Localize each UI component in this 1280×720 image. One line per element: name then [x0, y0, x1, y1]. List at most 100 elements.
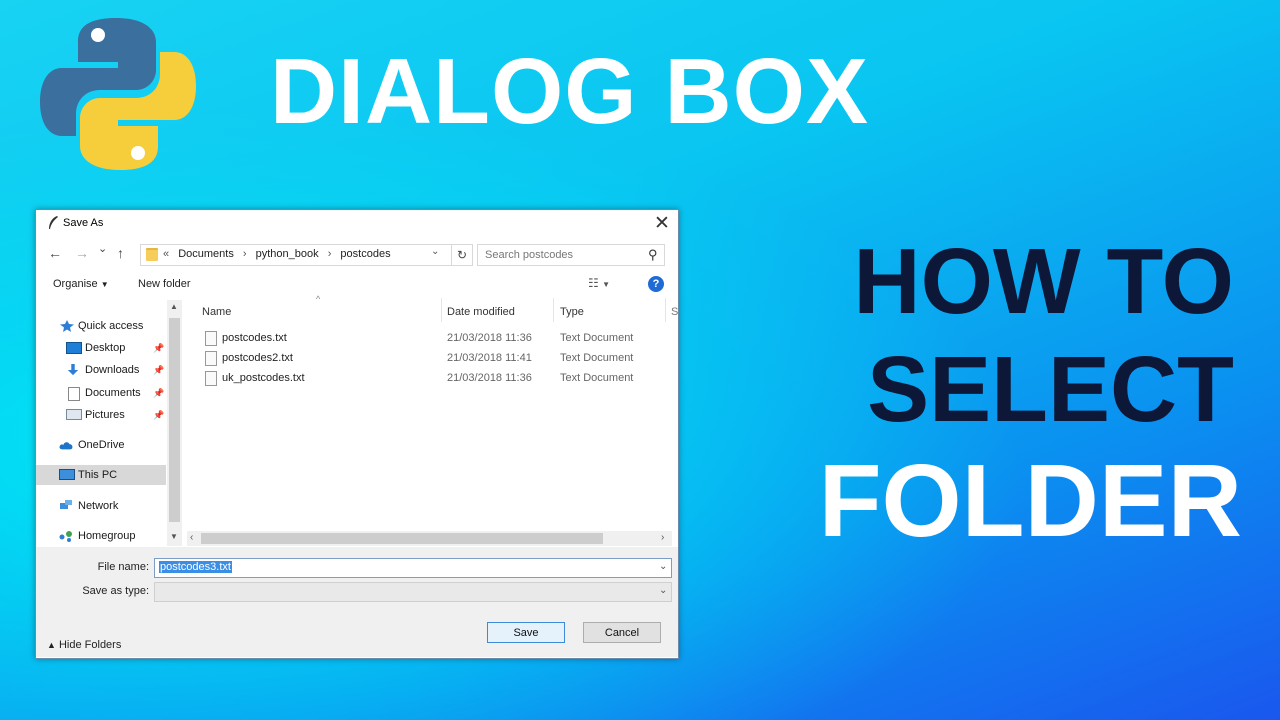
- save-form: File name: postcodes3.txt ⌄ Save as type…: [36, 547, 678, 657]
- network-icon: [60, 500, 72, 509]
- pin-icon: 📌: [153, 410, 165, 420]
- address-bar[interactable]: « Documents › python_book › postcodes ⌄ …: [140, 244, 473, 266]
- search-icon[interactable]: ⚲: [648, 247, 658, 263]
- downloads-icon: [67, 364, 79, 376]
- sort-ascending-icon: ^: [316, 294, 321, 304]
- breadcrumb: « Documents › python_book › postcodes: [163, 248, 397, 260]
- onedrive-icon: [59, 442, 73, 450]
- sidebar-item-label: Downloads: [85, 364, 140, 376]
- column-header-date-modified[interactable]: Date modified: [447, 306, 515, 318]
- sidebar-item-label: Desktop: [85, 342, 126, 354]
- breadcrumb-overflow-icon[interactable]: «: [163, 248, 169, 260]
- new-folder-button[interactable]: New folder: [138, 278, 191, 290]
- file-type: Text Document: [560, 352, 634, 364]
- feather-icon: [49, 216, 58, 229]
- sidebar-item-documents[interactable]: Documents 📌: [36, 383, 166, 403]
- this-pc-icon: [59, 469, 75, 480]
- sidebar-item-label: Documents: [85, 387, 141, 399]
- hide-folders-button[interactable]: ▲ Hide Folders: [47, 639, 121, 651]
- pin-icon: 📌: [153, 343, 165, 353]
- hide-folders-label: Hide Folders: [58, 639, 122, 651]
- sidebar-item-desktop[interactable]: Desktop 📌: [36, 338, 166, 358]
- sidebar-item-quick-access[interactable]: Quick access: [36, 316, 166, 336]
- column-header-type[interactable]: Type: [560, 306, 584, 318]
- file-date: 21/03/2018 11:36: [447, 372, 532, 384]
- navigation-pane-scrollbar[interactable]: ▲ ▼: [167, 300, 182, 546]
- scroll-right-icon[interactable]: ›: [661, 532, 664, 543]
- view-options-icon[interactable]: ☷ ▼: [588, 276, 610, 290]
- file-row[interactable]: uk_postcodes.txt 21/03/2018 11:36 Text D…: [201, 369, 671, 389]
- up-arrow-icon[interactable]: ↑: [117, 245, 124, 261]
- sidebar-item-network[interactable]: Network: [36, 496, 166, 516]
- save-button[interactable]: Save: [487, 622, 565, 643]
- folder-icon: [146, 248, 158, 261]
- close-icon[interactable]: ✕: [654, 212, 670, 235]
- file-type: Text Document: [560, 332, 634, 344]
- recent-locations-chevron-icon[interactable]: ⌄: [98, 242, 107, 255]
- column-header-size[interactable]: S: [671, 306, 678, 318]
- desktop-icon: [66, 342, 82, 354]
- sidebar-item-homegroup[interactable]: Homegroup: [36, 526, 166, 546]
- column-divider: [441, 298, 442, 322]
- pin-icon: 📌: [153, 388, 165, 398]
- scrollbar-thumb[interactable]: [201, 533, 603, 544]
- file-row[interactable]: postcodes.txt 21/03/2018 11:36 Text Docu…: [201, 329, 671, 349]
- save-as-type-chevron-icon[interactable]: ⌄: [659, 585, 667, 596]
- documents-icon: [68, 387, 80, 401]
- scroll-up-icon[interactable]: ▲: [170, 302, 178, 311]
- file-date: 21/03/2018 11:41: [447, 352, 532, 364]
- sidebar-item-label: Quick access: [78, 320, 144, 332]
- file-type: Text Document: [560, 372, 634, 384]
- headline-how-to: HOW TO: [853, 229, 1234, 333]
- back-arrow-icon[interactable]: ←: [48, 245, 62, 261]
- cancel-button[interactable]: Cancel: [583, 622, 661, 643]
- scroll-down-icon[interactable]: ▼: [170, 532, 178, 541]
- text-file-icon: [205, 371, 217, 386]
- file-name-label: File name:: [97, 561, 149, 573]
- address-dropdown-chevron-icon[interactable]: ⌄: [431, 246, 439, 257]
- forward-arrow-icon[interactable]: →: [75, 245, 89, 261]
- python-logo-icon: [40, 18, 196, 170]
- homegroup-icon: [59, 531, 72, 542]
- scroll-left-icon[interactable]: ‹: [190, 532, 193, 543]
- dialog-title: Save As: [63, 217, 104, 229]
- breadcrumb-separator-icon: ›: [327, 248, 332, 260]
- sidebar-item-pictures[interactable]: Pictures 📌: [36, 405, 166, 425]
- headline-folder: FOLDER: [818, 443, 1242, 558]
- file-date: 21/03/2018 11:36: [447, 332, 532, 344]
- sidebar-item-onedrive[interactable]: OneDrive: [36, 435, 166, 455]
- breadcrumb-documents[interactable]: Documents: [178, 248, 234, 260]
- file-name: postcodes2.txt: [222, 352, 293, 364]
- star-icon: [60, 320, 74, 332]
- file-name: postcodes.txt: [222, 332, 287, 344]
- organise-label: Organise: [53, 278, 98, 290]
- headline-select: SELECT: [867, 337, 1234, 441]
- breadcrumb-python-book[interactable]: python_book: [256, 248, 319, 260]
- sidebar-item-label: Pictures: [85, 409, 125, 421]
- file-name-dropdown-chevron-icon[interactable]: ⌄: [659, 561, 667, 572]
- file-list-horizontal-scrollbar[interactable]: ‹ ›: [187, 531, 672, 546]
- column-header-name[interactable]: Name: [202, 306, 231, 318]
- sidebar-item-downloads[interactable]: Downloads 📌: [36, 360, 166, 380]
- navigation-pane: Quick access Desktop 📌 Downloads 📌 Docum…: [36, 300, 182, 546]
- refresh-icon[interactable]: ↻: [451, 245, 472, 265]
- organise-button[interactable]: Organise ▼: [53, 278, 109, 290]
- save-as-type-select[interactable]: ⌄: [154, 582, 672, 602]
- dialog-titlebar: Save As ✕: [36, 210, 678, 238]
- file-name-value: postcodes3.txt: [159, 561, 232, 573]
- sidebar-item-this-pc[interactable]: This PC: [36, 465, 166, 485]
- scrollbar-thumb[interactable]: [169, 318, 180, 522]
- save-as-dialog: Save As ✕ ← → ⌄ ↑ « Documents › python_b…: [35, 209, 679, 659]
- breadcrumb-separator-icon: ›: [242, 248, 247, 260]
- column-divider: [665, 298, 666, 322]
- help-icon[interactable]: ?: [648, 276, 664, 292]
- file-row[interactable]: postcodes2.txt 21/03/2018 11:41 Text Doc…: [201, 349, 671, 369]
- text-file-icon: [205, 351, 217, 366]
- sidebar-item-label: OneDrive: [78, 439, 125, 451]
- search-input[interactable]: Search postcodes ⚲: [477, 244, 665, 266]
- pictures-icon: [66, 409, 82, 420]
- breadcrumb-postcodes[interactable]: postcodes: [340, 248, 390, 260]
- pin-icon: 📌: [153, 365, 165, 375]
- file-name-field[interactable]: postcodes3.txt ⌄: [154, 558, 672, 578]
- sidebar-item-label: Homegroup: [78, 530, 136, 542]
